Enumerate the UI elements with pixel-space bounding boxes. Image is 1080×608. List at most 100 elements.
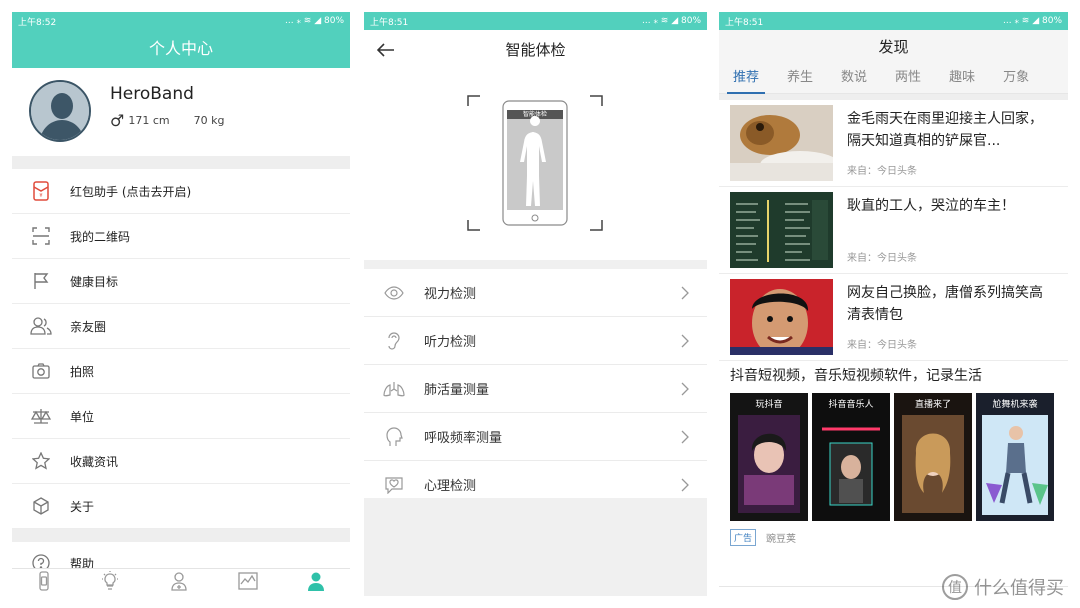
menu-item-qrcode[interactable]: 我的二维码 [12, 214, 350, 259]
test-item-label: 肺活量测量 [424, 383, 490, 398]
friends-icon [12, 317, 70, 335]
status-indicators: ... ⁎ ≋ ◢ 80% [1003, 16, 1062, 26]
back-arrow-icon[interactable] [374, 30, 398, 70]
tab-misc[interactable]: 万象 [1003, 64, 1029, 94]
news-source: 来自：今日头条 [847, 253, 917, 264]
avatar[interactable] [29, 80, 91, 142]
checkup-screen: 上午8:51 ... ⁎ ≋ ◢ 80% 智能体检 智能体检 视力检测 听力检测 [364, 12, 707, 596]
news-thumbnail [730, 192, 833, 268]
tab-wellness[interactable]: 养生 [787, 64, 813, 94]
menu-item-unit[interactable]: 单位 [12, 394, 350, 439]
profile-screen: 上午8:52 ... ⁎ ≋ ◢ 80% 个人中心 HeroBand ♂ 171… [12, 12, 350, 596]
menu-item-label: 拍照 [70, 364, 95, 379]
scale-icon [12, 408, 70, 424]
tab-fun[interactable]: 趣味 [949, 64, 975, 94]
health-icon[interactable] [170, 571, 188, 595]
ad-card[interactable]: 尬舞机来袭 [976, 393, 1054, 521]
news-thumbnail [730, 279, 833, 355]
menu-item-label: 单位 [70, 409, 95, 424]
ad-badge: 广告 [730, 528, 757, 546]
scan-frame-icon [467, 95, 603, 231]
watermark-text: 什么值得买 [974, 578, 1064, 599]
news-source: 来自：今日头条 [847, 340, 917, 351]
ad-card-caption: 尬舞机来袭 [992, 400, 1038, 410]
tab-gender[interactable]: 两性 [895, 64, 921, 94]
ad-footer: 广告 豌豆荚 [719, 523, 1068, 551]
news-item[interactable]: 金毛雨天在雨里迎接主人回家，隔天知道真相的铲屎官... 来自：今日头条 [719, 100, 1068, 187]
page-header: 智能体检 [364, 30, 707, 70]
status-bar: 上午8:51 ... ⁎ ≋ ◢ 80% [364, 12, 707, 30]
camera-icon [12, 363, 70, 379]
section-divider [364, 260, 707, 269]
empty-area [364, 498, 707, 596]
ad-images[interactable]: 玩抖音 抖音音乐人 直播来了 尬舞机来袭 [719, 391, 1068, 523]
qr-scan-icon [12, 227, 70, 245]
ad-title[interactable]: 抖音短视频，音乐短视频软件，记录生活 [719, 361, 1068, 391]
ad-source: 豌豆荚 [766, 533, 797, 545]
heart-chat-icon [364, 476, 424, 494]
test-item-hearing[interactable]: 听力检测 [364, 317, 707, 365]
chart-icon[interactable] [237, 571, 258, 594]
menu-item-friends[interactable]: 亲友圈 [12, 304, 350, 349]
ad-card[interactable]: 抖音音乐人 [812, 393, 890, 521]
menu-item-health-goal[interactable]: 健康目标 [12, 259, 350, 304]
cube-icon [12, 497, 70, 515]
chevron-right-icon [681, 269, 689, 317]
page-title: 智能体检 [505, 41, 566, 59]
chevron-right-icon [681, 317, 689, 365]
news-title: 耿直的工人，哭泣的车主！ [847, 198, 1015, 214]
news-item[interactable]: 耿直的工人，哭泣的车主！ 来自：今日头条 [719, 187, 1068, 274]
menu-item-label: 我的二维码 [70, 229, 131, 244]
news-title: 网友自己换脸，唐僧系列搞笑高清表情包 [847, 285, 1043, 323]
section-divider [12, 156, 350, 169]
ear-icon [364, 331, 424, 351]
discover-screen: 上午8:51 ... ⁎ ≋ ◢ 80% 发现 推荐 养生 数说 两性 趣味 万… [719, 12, 1068, 596]
user-height: 171 cm [128, 114, 170, 127]
tab-data[interactable]: 数说 [841, 64, 867, 94]
menu-item-red-envelope[interactable]: ¥ 红包助手 (点击去开启) [12, 169, 350, 214]
news-title: 金毛雨天在雨里迎接主人回家，隔天知道真相的铲屎官... [847, 111, 1043, 149]
star-icon [12, 452, 70, 470]
menu-item-label: 红包助手 (点击去开启) [70, 184, 192, 199]
ad-card[interactable]: 玩抖音 [730, 393, 808, 521]
status-indicators: ... ⁎ ≋ ◢ 80% [642, 16, 701, 26]
news-item[interactable]: 网友自己换脸，唐僧系列搞笑高清表情包 来自：今日头条 [719, 274, 1068, 361]
user-weight: 70 kg [193, 114, 225, 127]
svg-text:¥: ¥ [39, 193, 42, 199]
male-icon: ♂ [110, 110, 125, 130]
ad-card-caption: 玩抖音 [755, 400, 783, 410]
watermark: 值 什么值得买 [942, 574, 1064, 600]
user-name: HeroBand [110, 84, 194, 104]
eye-icon [364, 285, 424, 300]
category-tabs: 推荐 养生 数说 两性 趣味 万象 [719, 64, 1068, 94]
test-item-breath-rate[interactable]: 呼吸频率测量 [364, 413, 707, 461]
ad-card-caption: 抖音音乐人 [828, 400, 874, 410]
profile-card[interactable]: HeroBand ♂ 171 cm 70 kg [12, 68, 350, 156]
test-item-label: 呼吸频率测量 [424, 431, 503, 446]
band-icon[interactable] [37, 570, 51, 595]
watermark-logo-icon: 值 [942, 574, 968, 600]
status-bar: 上午8:52 ... ⁎ ≋ ◢ 80% [12, 12, 350, 30]
chevron-right-icon [681, 365, 689, 413]
ad-card-caption: 直播来了 [914, 400, 951, 410]
phone-label: 智能体检 [522, 111, 547, 118]
red-envelope-icon: ¥ [12, 181, 70, 201]
test-item-label: 心理检测 [424, 479, 477, 494]
test-item-lung-capacity[interactable]: 肺活量测量 [364, 365, 707, 413]
lungs-icon [364, 381, 424, 397]
test-item-vision[interactable]: 视力检测 [364, 269, 707, 317]
status-time: 上午8:51 [370, 17, 409, 28]
status-bar: 上午8:51 ... ⁎ ≋ ◢ 80% [719, 12, 1068, 30]
menu-item-photo[interactable]: 拍照 [12, 349, 350, 394]
ad-card[interactable]: 直播来了 [894, 393, 972, 521]
tab-recommend[interactable]: 推荐 [726, 64, 766, 94]
bulb-icon[interactable] [100, 570, 120, 595]
body-scan-area: 智能体检 [364, 70, 707, 260]
menu-item-about[interactable]: 关于 [12, 484, 350, 529]
menu-item-favorites[interactable]: 收藏资讯 [12, 439, 350, 484]
test-item-label: 视力检测 [424, 287, 477, 302]
menu-item-label: 健康目标 [70, 274, 119, 289]
test-item-label: 听力检测 [424, 335, 477, 350]
person-icon[interactable] [307, 571, 325, 595]
menu-item-label: 亲友圈 [70, 319, 107, 334]
